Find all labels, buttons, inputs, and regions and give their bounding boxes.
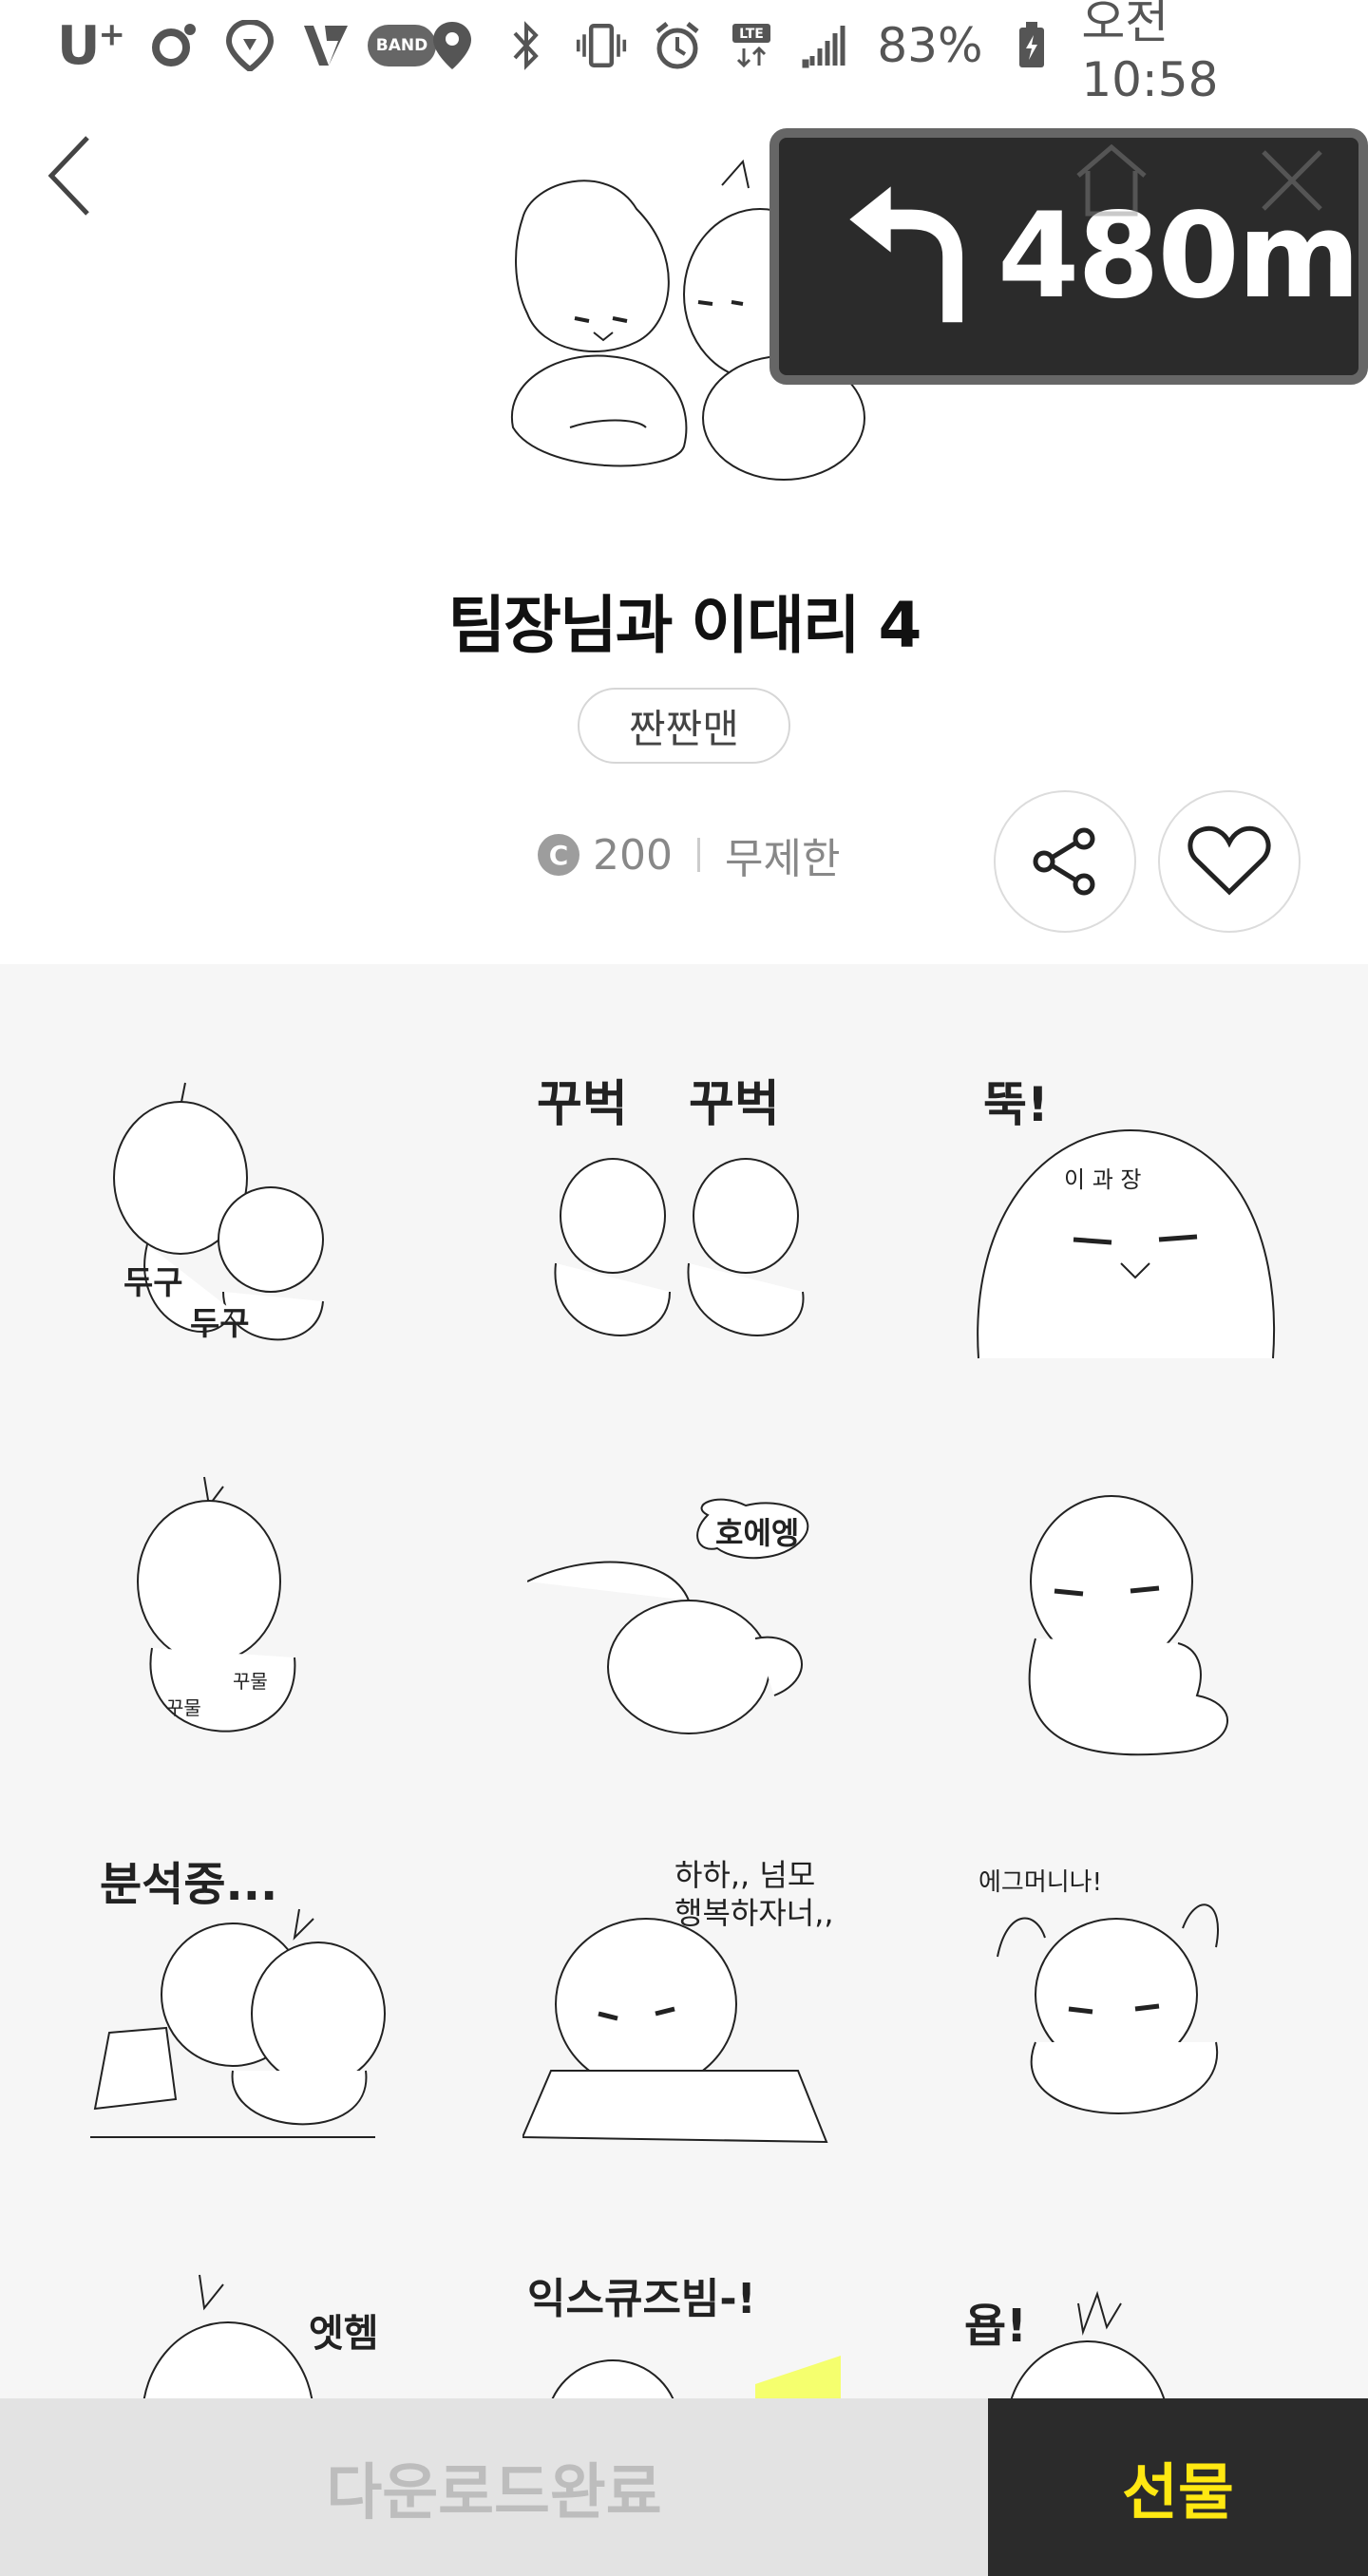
map-pin-app-icon bbox=[224, 20, 276, 71]
sticker-item[interactable]: 꾸벅 꾸벅 bbox=[527, 1073, 841, 1368]
circle-notification-icon bbox=[148, 20, 200, 71]
share-button[interactable] bbox=[994, 790, 1136, 933]
back-button[interactable] bbox=[38, 128, 104, 223]
price-value: 200 bbox=[593, 830, 673, 880]
duration-label: 무제한 bbox=[724, 835, 841, 883]
heart-icon bbox=[1188, 825, 1271, 896]
sticker-item[interactable]: 뚝! 이 과 장 bbox=[969, 1073, 1282, 1368]
svg-text:두구: 두구 bbox=[124, 1264, 183, 1302]
svg-text:에그머니나!: 에그머니나! bbox=[978, 1868, 1102, 1897]
coin-icon: C bbox=[538, 834, 580, 876]
status-bar-left: U+ BAND bbox=[57, 14, 437, 77]
like-button[interactable] bbox=[1158, 790, 1301, 933]
clock: 오전 10:58 bbox=[1081, 0, 1219, 107]
lte-icon: LTE bbox=[728, 20, 777, 71]
svg-text:이 과 장: 이 과 장 bbox=[1064, 1166, 1142, 1193]
sticker-item[interactable]: 익스큐즈빔-! bbox=[527, 2265, 841, 2398]
price-row: C 200 무제한 bbox=[538, 824, 840, 885]
turn-left-arrow-icon bbox=[849, 186, 963, 323]
svg-text:분석중...: 분석중... bbox=[100, 1858, 277, 1911]
sticker-item[interactable]: 호에엥 bbox=[526, 1496, 841, 1790]
svg-text:두구: 두구 bbox=[190, 1305, 250, 1343]
gift-button[interactable]: 선물 bbox=[988, 2398, 1368, 2576]
svg-text:LTE: LTE bbox=[740, 27, 765, 42]
download-complete-button[interactable]: 다운로드완료 bbox=[0, 2398, 988, 2576]
alarm-icon bbox=[652, 20, 703, 71]
sticker-item[interactable]: 하하,, 넘모 행복하자너,, bbox=[521, 1852, 836, 2147]
signal-icon bbox=[801, 20, 852, 71]
sticker-item[interactable]: 욥! bbox=[964, 2265, 1278, 2398]
sticker-pack-title: 팀장님과 이대리 4 bbox=[447, 589, 922, 662]
status-bar-right: LTE 83% 오전 10:58 bbox=[428, 0, 1311, 107]
svg-text:뚝!: 뚝! bbox=[983, 1077, 1049, 1132]
sticker-item[interactable]: 분석중... bbox=[90, 1852, 404, 2147]
sticker-grid: 두구 두구 꾸벅 꾸벅 뚝! 이 과 장 꾸물 꾸물 호에엥 분석중... 하하… bbox=[0, 964, 1368, 2398]
bluetooth-icon bbox=[502, 20, 551, 71]
v-app-icon bbox=[300, 20, 352, 71]
bottom-action-bar: 다운로드완료 선물 bbox=[0, 2398, 1368, 2576]
svg-text:행복하자너,,: 행복하자너,, bbox=[674, 1895, 834, 1931]
navigation-overlay[interactable]: 480m bbox=[770, 128, 1368, 385]
chevron-left-icon bbox=[48, 136, 89, 216]
svg-text:익스큐즈빔-!: 익스큐즈빔-! bbox=[527, 2275, 756, 2323]
band-app-icon: BAND bbox=[367, 20, 437, 71]
battery-percent: 83% bbox=[877, 18, 983, 73]
svg-text:꾸물: 꾸물 bbox=[166, 1696, 201, 1719]
sticker-item[interactable] bbox=[988, 1477, 1302, 1771]
sticker-item[interactable]: 엣헴 bbox=[142, 2265, 456, 2398]
svg-text:하하,, 넘모: 하하,, 넘모 bbox=[674, 1857, 815, 1893]
status-bar: U+ BAND LTE 83% 오전 10:58 bbox=[0, 0, 1368, 107]
carrier-label: U+ bbox=[57, 14, 125, 77]
price-divider bbox=[696, 838, 700, 872]
sticker-item[interactable]: 에그머니나! bbox=[978, 1852, 1292, 2147]
svg-text:꾸물: 꾸물 bbox=[233, 1670, 268, 1693]
home-icon bbox=[1076, 143, 1147, 217]
vibrate-icon bbox=[576, 20, 627, 71]
author-button[interactable]: 짠짠맨 bbox=[578, 688, 790, 764]
battery-charging-icon bbox=[1008, 20, 1057, 71]
location-icon bbox=[428, 20, 477, 71]
svg-text:꾸벅: 꾸벅 bbox=[689, 1076, 780, 1133]
svg-text:꾸벅: 꾸벅 bbox=[537, 1076, 628, 1133]
close-icon bbox=[1262, 150, 1322, 211]
sticker-item[interactable]: 꾸물 꾸물 bbox=[114, 1468, 428, 1762]
sticker-item[interactable]: 두구 두구 bbox=[90, 1073, 404, 1368]
svg-text:호에엥: 호에엥 bbox=[715, 1515, 799, 1551]
svg-text:욥!: 욥! bbox=[964, 2300, 1027, 2353]
svg-text:엣헴: 엣헴 bbox=[309, 2312, 379, 2356]
share-icon bbox=[1033, 827, 1095, 896]
